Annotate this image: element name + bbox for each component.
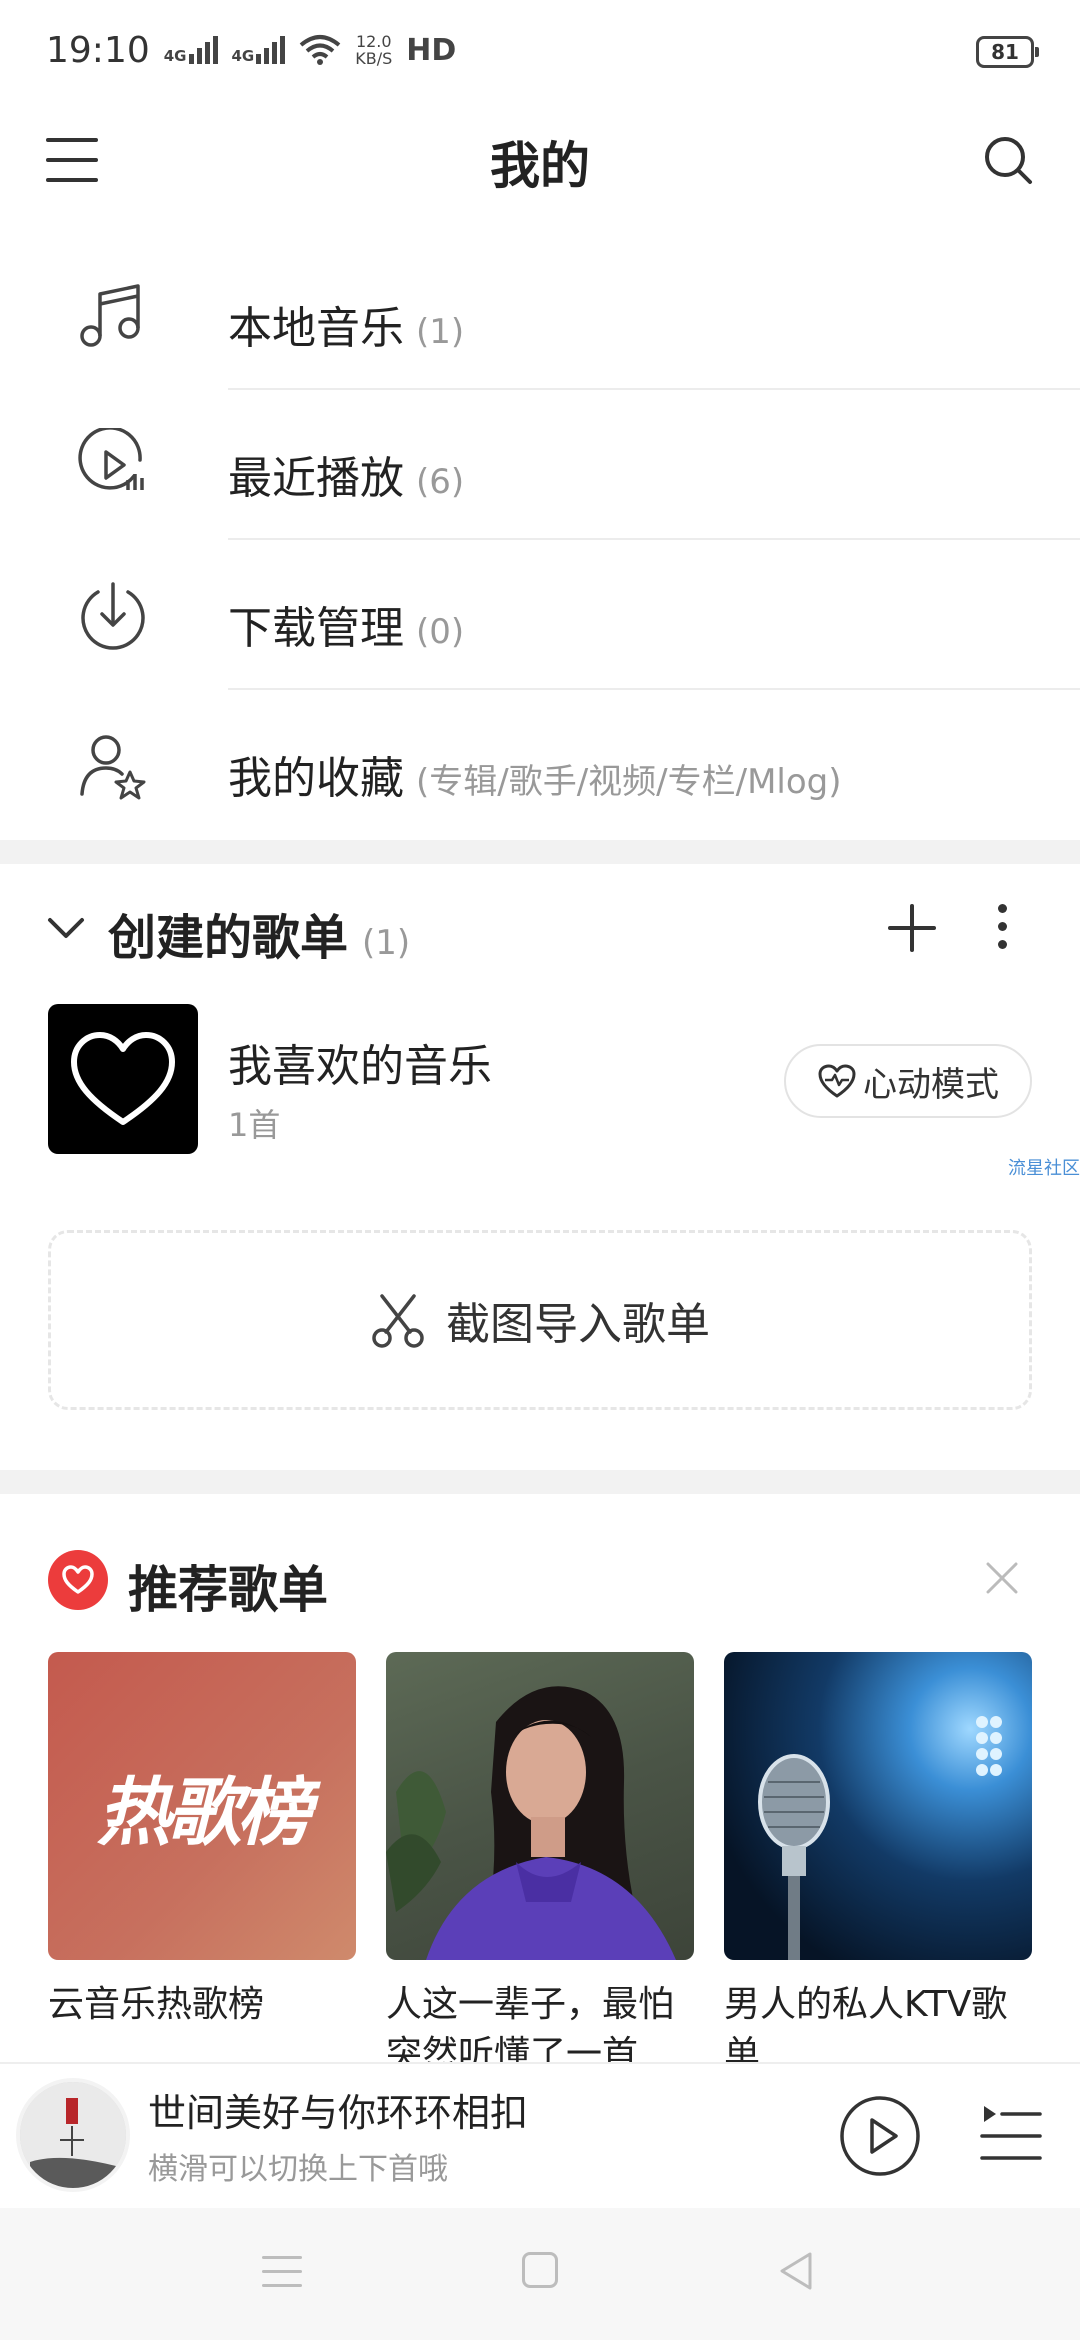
album-art	[16, 2078, 130, 2192]
system-nav-bar	[0, 2208, 1080, 2340]
playlist-song-count: 1首	[228, 1106, 281, 1144]
hd-indicator: HD	[406, 32, 457, 68]
microphone-illustration	[758, 1716, 1002, 1960]
album-art-graphic	[20, 2082, 126, 2188]
created-playlists-header: 创建的歌单 (1)	[0, 878, 1080, 978]
section-separator	[0, 840, 1080, 864]
menu-item-recent-play[interactable]: 最近播放 (6)	[0, 390, 1080, 540]
portrait-illustration	[386, 1686, 676, 1960]
song-title: 世间美好与你环环相扣	[148, 2091, 529, 2135]
playlist-card-cover	[386, 1652, 694, 1960]
battery-indicator: 81	[976, 36, 1039, 68]
chevron-down-icon[interactable]	[46, 908, 86, 948]
menu-item-local-music[interactable]: 本地音乐 (1)	[0, 240, 1080, 390]
playlist-cover	[48, 1004, 198, 1154]
heart-mode-label: 心动模式	[863, 1064, 999, 1105]
import-label: 截图导入歌单	[446, 1299, 710, 1350]
sim1-signal-icon: 4G	[164, 36, 218, 64]
section-title: 推荐歌单	[128, 1561, 328, 1619]
nav-home-icon[interactable]	[522, 2252, 558, 2288]
recent-play-icon	[78, 428, 144, 490]
music-note-icon	[80, 284, 140, 347]
download-icon	[81, 582, 145, 650]
heart-badge-icon	[48, 1550, 108, 1610]
section-title: 创建的歌单	[108, 910, 349, 966]
my-menu-list: 本地音乐 (1) 最近播放 (6) 下载管理 (0) 我的收藏 (专辑/歌手/视频/专栏…	[0, 240, 1080, 840]
watermark: 流星社区	[1008, 1158, 1080, 1179]
menu-item-label: 我的收藏	[228, 753, 404, 804]
menu-item-count: (1)	[416, 312, 465, 352]
playlist-card-cover	[724, 1652, 1032, 1960]
menu-item-count: (专辑/歌手/视频/专栏/Mlog)	[416, 762, 842, 802]
search-icon[interactable]	[982, 134, 1034, 186]
nav-back-icon[interactable]	[776, 2250, 816, 2292]
menu-item-count: (0)	[416, 612, 465, 652]
status-bar: 19:10 4G 4G 12.0 KB/S HD 81	[0, 0, 1080, 100]
import-playlist-button[interactable]: 截图导入歌单	[48, 1230, 1032, 1410]
sim2-signal-icon: 4G	[232, 36, 286, 64]
playlist-queue-icon[interactable]	[980, 2102, 1042, 2166]
wifi-icon	[299, 35, 341, 65]
menu-item-download[interactable]: 下载管理 (0)	[0, 540, 1080, 690]
heart-icon	[71, 1032, 175, 1125]
status-time: 19:10	[46, 29, 150, 71]
menu-item-label: 下载管理	[228, 603, 404, 654]
more-options-icon[interactable]	[990, 900, 1014, 956]
menu-item-favorites[interactable]: 我的收藏 (专辑/歌手/视频/专栏/Mlog)	[0, 690, 1080, 840]
user-star-icon	[80, 735, 146, 800]
playlist-card[interactable]: 男人的私人KTV歌单	[724, 1652, 1032, 2080]
page-title: 我的	[490, 137, 590, 195]
menu-item-count: (6)	[416, 462, 465, 502]
playlist-item[interactable]: 我喜欢的音乐 1首 心动模式	[0, 1004, 1080, 1156]
song-hint: 横滑可以切换上下首哦	[148, 2152, 448, 2187]
mini-player[interactable]: 世间美好与你环环相扣 横滑可以切换上下首哦	[0, 2062, 1080, 2208]
section-count: (1)	[362, 923, 411, 963]
recommended-header: 推荐歌单	[0, 1530, 1080, 1630]
playlist-card[interactable]: 人这一辈子，最怕突然听懂了一首	[386, 1652, 694, 2080]
add-playlist-button[interactable]	[886, 902, 938, 954]
app-header: 我的	[0, 100, 1080, 220]
heart-mode-button[interactable]: 心动模式	[784, 1044, 1032, 1118]
nav-menu-icon[interactable]	[262, 2254, 302, 2290]
heartbeat-icon	[818, 1064, 856, 1098]
playlist-name: 我喜欢的音乐	[228, 1041, 492, 1092]
menu-item-label: 本地音乐	[228, 303, 404, 354]
playlist-card[interactable]: 热歌榜 云音乐热歌榜	[48, 1652, 356, 2080]
cover-text: 热歌榜	[97, 1769, 311, 1856]
section-separator	[0, 1470, 1080, 1494]
close-icon[interactable]	[984, 1560, 1020, 1596]
playlist-card-cover: 热歌榜	[48, 1652, 356, 1960]
scissors-icon	[372, 1294, 424, 1348]
net-speed: 12.0 KB/S	[355, 32, 393, 68]
menu-item-label: 最近播放	[228, 453, 404, 504]
play-icon[interactable]	[838, 2094, 922, 2178]
